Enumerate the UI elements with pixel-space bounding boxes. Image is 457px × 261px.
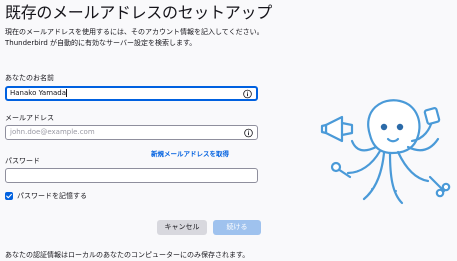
page-title: 既存のメールアドレスのセットアップ	[5, 3, 272, 22]
checkmark-icon	[6, 193, 12, 199]
remember-password-checkbox[interactable]	[5, 192, 13, 200]
page-description: 現在のメールアドレスを使用するには、そのアカウント情報を記入してください。 Th…	[5, 27, 264, 49]
cancel-button[interactable]: キャンセル	[157, 220, 207, 235]
remember-password-label[interactable]: パスワードを記憶する	[17, 191, 87, 201]
footer-note: あなたの認証情報はローカルのあなたのコンピューターにのみ保存されます。	[5, 251, 250, 259]
name-value: Hanako Yamada	[10, 89, 67, 97]
name-label: あなたのお名前	[5, 74, 54, 82]
description-line-2: Thunderbird が自動的に有効なサーバー設定を検索します。	[5, 39, 197, 47]
password-field[interactable]	[5, 168, 258, 183]
email-label: メールアドレス	[5, 114, 54, 122]
email-placeholder: john.doe@example.com	[10, 128, 95, 136]
name-field[interactable]: Hanako Yamada	[5, 86, 258, 101]
info-icon[interactable]	[243, 89, 252, 98]
password-label: パスワード	[5, 157, 40, 165]
description-line-1: 現在のメールアドレスを使用するには、そのアカウント情報を記入してください。	[5, 28, 264, 36]
continue-button[interactable]: 続ける	[213, 220, 261, 235]
octopus-mascot	[320, 99, 451, 205]
get-new-email-link[interactable]: 新規メールアドレスを取得	[151, 148, 229, 158]
info-icon[interactable]	[244, 128, 253, 137]
email-field[interactable]: john.doe@example.com	[5, 125, 258, 140]
